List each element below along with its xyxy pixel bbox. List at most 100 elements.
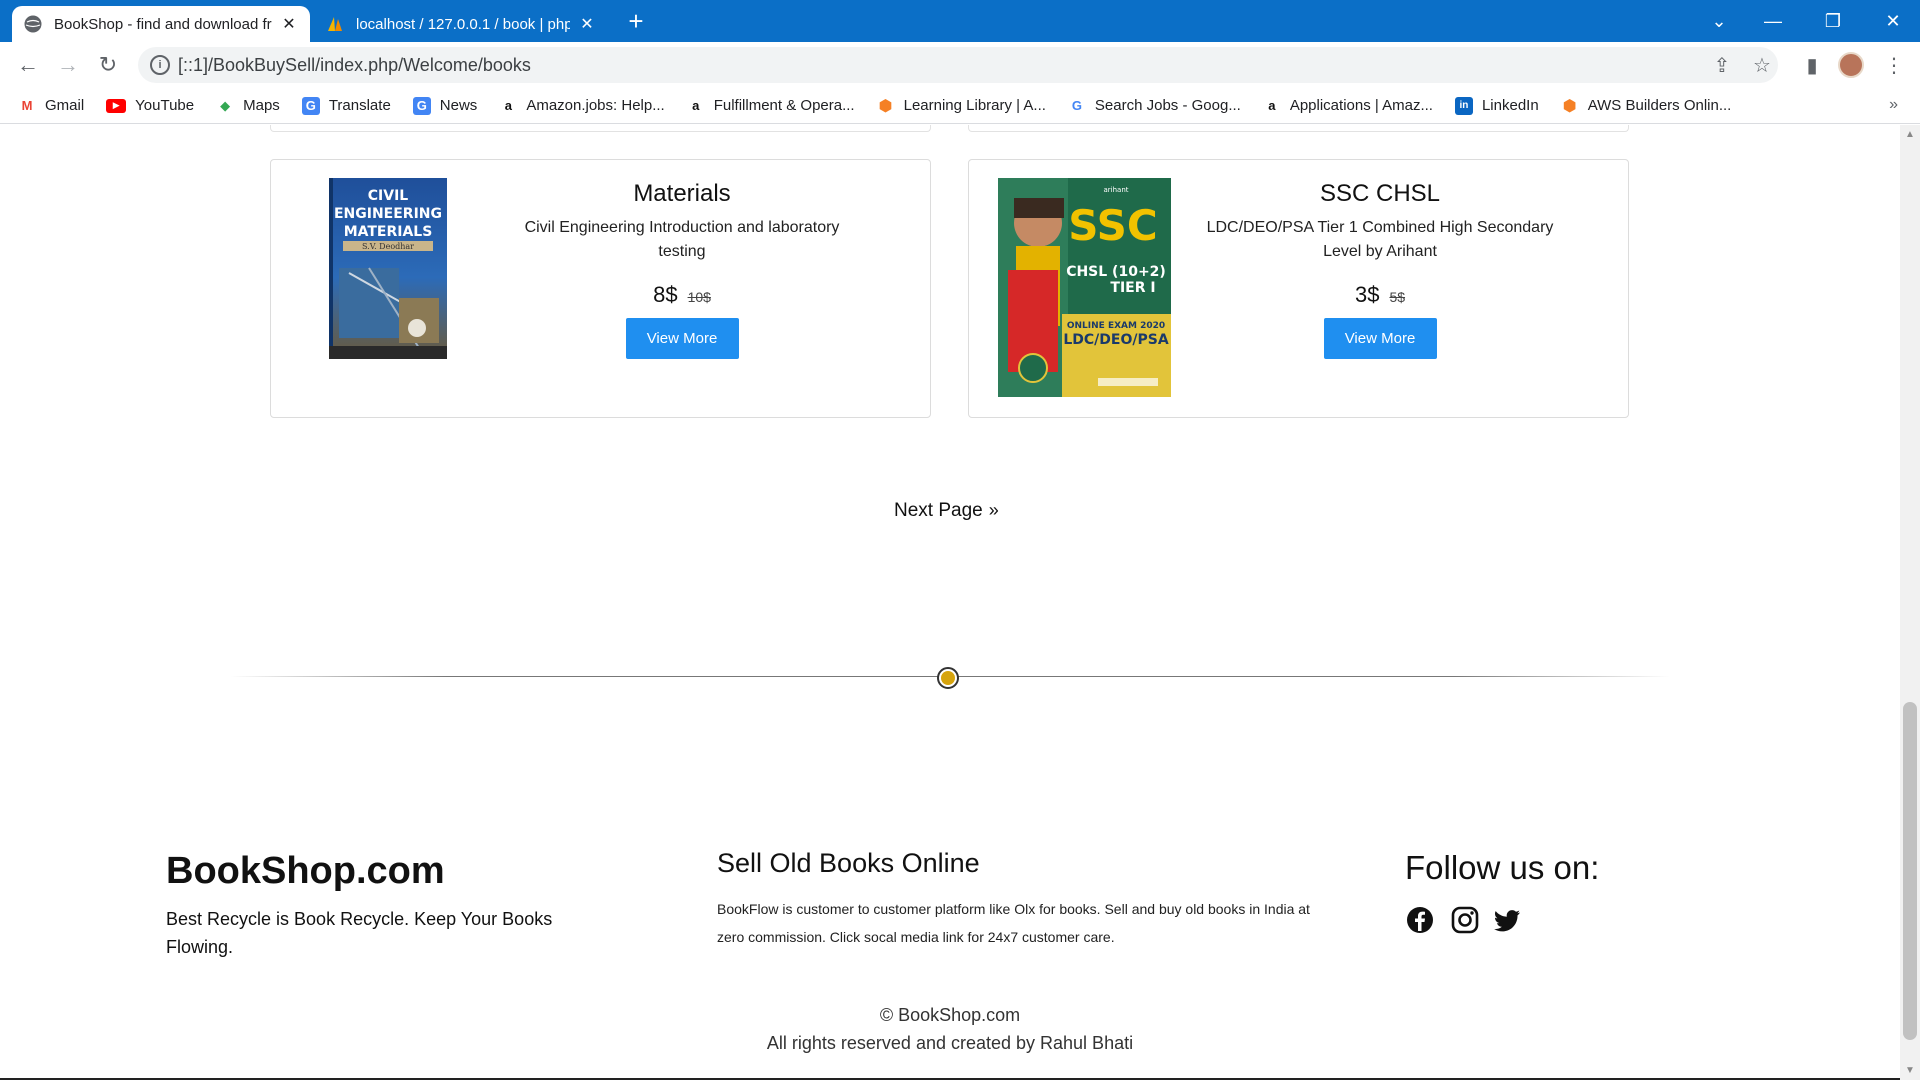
back-icon[interactable]: ← — [14, 51, 42, 79]
menu-kebab-icon[interactable]: ⋮ — [1882, 53, 1906, 77]
footer-follow-heading: Follow us on: — [1405, 849, 1600, 886]
original-price: 5$ — [1389, 289, 1406, 305]
bookmark-label: Applications | Amaz... — [1289, 97, 1433, 114]
footer-copyright: © BookShop.com — [879, 1005, 1021, 1025]
tab-search-icon[interactable]: ⌄ — [1692, 0, 1746, 42]
page-viewport: CIVIL ENGINEERING MATERIALS S.V. Deodhar… — [0, 125, 1920, 1080]
book-title: Materials — [633, 180, 731, 207]
browser-toolbar: ← → ↻ i [::1]/BookBuySell/index.php/Welc… — [0, 42, 1920, 88]
view-more-button[interactable]: View More — [1323, 318, 1437, 359]
svg-text:SSC: SSC — [1068, 201, 1157, 250]
news-icon: G — [412, 96, 431, 115]
bookmark-label: Amazon.jobs: Help... — [526, 97, 665, 114]
book-details: SSC CHSL LDC/DEO/PSA Tier 1 Combined Hig… — [1200, 160, 1560, 359]
footer-sell-text: BookFlow is customer to customer platfor… — [717, 901, 1310, 945]
previous-card-edge — [968, 125, 1629, 132]
aws-cube-icon: ⬢ — [878, 97, 893, 115]
svg-text:ENGINEERING: ENGINEERING — [334, 206, 442, 222]
book-description: LDC/DEO/PSA Tier 1 Combined High Seconda… — [1206, 219, 1554, 260]
bookmark-label: Gmail — [45, 97, 85, 114]
aws-cube-icon: ⬢ — [1562, 97, 1577, 115]
tab-title: BookShop - find and download fr — [54, 15, 272, 33]
close-window-button[interactable]: ✕ — [1866, 0, 1920, 42]
book-cover-image[interactable]: arihant SSC CHSL (10+2) TIER I ONLINE EX… — [998, 178, 1171, 397]
bookmark-fulfillment[interactable]: a Fulfillment & Opera... — [687, 97, 855, 115]
new-tab-button[interactable]: + — [622, 8, 650, 36]
scroll-down-arrow-icon[interactable]: ▼ — [1905, 1065, 1915, 1076]
bookmark-label: Translate — [328, 97, 391, 114]
bookmark-label: Fulfillment & Opera... — [713, 97, 855, 114]
bookmark-label: Maps — [243, 97, 280, 114]
bookmark-star-icon[interactable]: ☆ — [1750, 53, 1774, 77]
facebook-icon[interactable] — [1405, 905, 1435, 935]
book-card: arihant SSC CHSL (10+2) TIER I ONLINE EX… — [968, 159, 1629, 418]
current-price: 8$ — [653, 282, 678, 307]
side-panel-icon[interactable]: ▮ — [1800, 53, 1824, 77]
bookmark-applications[interactable]: a Applications | Amaz... — [1263, 97, 1433, 115]
google-icon: G — [1071, 98, 1082, 113]
current-price: 3$ — [1354, 282, 1380, 307]
bookmark-label: AWS Builders Onlin... — [1587, 97, 1732, 114]
bookmark-label: Search Jobs - Goog... — [1094, 97, 1241, 114]
bookmark-linkedin[interactable]: in LinkedIn — [1454, 96, 1539, 115]
reload-icon[interactable]: ↻ — [94, 51, 122, 79]
bookmark-amazon-jobs-help[interactable]: a Amazon.jobs: Help... — [499, 97, 665, 115]
bookmark-label: YouTube — [135, 97, 195, 114]
book-price: 8$ 10$ — [502, 282, 862, 308]
close-tab-icon[interactable]: ✕ — [280, 14, 298, 34]
original-price: 10$ — [687, 289, 711, 305]
bookmark-label: News — [439, 97, 478, 114]
restore-button[interactable]: ❐ — [1806, 0, 1860, 42]
bookmarks-bar: M Gmail ▶ YouTube ◆ Maps G Translate G N… — [0, 88, 1920, 124]
profile-avatar[interactable] — [1838, 52, 1864, 78]
previous-card-edge — [270, 125, 931, 132]
instagram-icon[interactable] — [1450, 905, 1480, 935]
bookmark-learning-library[interactable]: ⬢ Learning Library | A... — [877, 97, 1046, 115]
book-cover-image[interactable]: CIVIL ENGINEERING MATERIALS S.V. Deodhar — [329, 178, 447, 359]
twitter-icon[interactable] — [1492, 905, 1522, 935]
bookmarks-overflow-icon[interactable]: » — [1889, 96, 1898, 114]
scrollbar-thumb[interactable] — [1903, 702, 1917, 1040]
bookmark-search-jobs[interactable]: G Search Jobs - Goog... — [1068, 97, 1241, 115]
book-description: Civil Engineering Introduction and labor… — [524, 219, 840, 260]
bookmark-label: LinkedIn — [1481, 97, 1539, 114]
amazon-icon: a — [1268, 98, 1276, 113]
bookmark-gmail[interactable]: M Gmail — [18, 97, 85, 115]
vertical-scrollbar[interactable]: ▲ ▼ — [1900, 125, 1920, 1080]
bookmark-aws-builders[interactable]: ⬢ AWS Builders Onlin... — [1561, 97, 1732, 115]
next-page-label: Next Page — [894, 500, 983, 521]
svg-text:LDC/DEO/PSA: LDC/DEO/PSA — [1063, 332, 1168, 348]
svg-text:S.V. Deodhar: S.V. Deodhar — [362, 242, 414, 251]
tab-phpmyadmin[interactable]: localhost / 127.0.0.1 / book | php ✕ — [314, 6, 608, 42]
scroll-up-arrow-icon[interactable]: ▲ — [1905, 129, 1915, 140]
site-info-icon[interactable]: i — [150, 55, 170, 75]
tab-title: localhost / 127.0.0.1 / book | php — [356, 15, 570, 33]
address-bar[interactable]: i [::1]/BookBuySell/index.php/Welcome/bo… — [138, 47, 1778, 83]
svg-text:TIER I: TIER I — [1110, 280, 1155, 296]
translate-icon: G — [301, 96, 320, 115]
tab-bookshop[interactable]: BookShop - find and download fr ✕ — [12, 6, 310, 42]
book-title: SSC CHSL — [1319, 180, 1441, 207]
footer-tagline: Best Recycle is Book Recycle. Keep Your … — [166, 909, 553, 957]
bookmark-news[interactable]: G News — [412, 96, 478, 115]
gmail-icon: M — [21, 98, 33, 113]
footer-sell-heading: Sell Old Books Online — [717, 848, 980, 878]
minimize-button[interactable]: — — [1746, 0, 1800, 42]
maps-icon: ◆ — [220, 97, 231, 113]
forward-icon[interactable]: → — [54, 51, 82, 79]
view-more-button[interactable]: View More — [625, 318, 739, 359]
bookmark-translate[interactable]: G Translate — [301, 96, 391, 115]
svg-text:CHSL (10+2): CHSL (10+2) — [1066, 264, 1166, 280]
svg-text:arihant: arihant — [1103, 186, 1128, 194]
footer-brand: BookShop.com — [166, 850, 445, 892]
book-details: Materials Civil Engineering Introduction… — [502, 160, 862, 359]
chevron-double-right-icon: » — [988, 500, 999, 520]
bookmark-youtube[interactable]: ▶ YouTube — [106, 97, 194, 114]
browser-tab-bar: BookShop - find and download fr ✕ localh… — [0, 0, 1920, 42]
next-page-link[interactable]: Next Page» — [894, 500, 999, 522]
footer-rights: All rights reserved and created by Rahul… — [766, 1033, 1134, 1053]
close-tab-icon[interactable]: ✕ — [578, 14, 596, 34]
book-card: CIVIL ENGINEERING MATERIALS S.V. Deodhar… — [270, 159, 931, 418]
bookmark-maps[interactable]: ◆ Maps — [216, 97, 280, 115]
share-icon[interactable]: ⇪ — [1710, 53, 1734, 77]
